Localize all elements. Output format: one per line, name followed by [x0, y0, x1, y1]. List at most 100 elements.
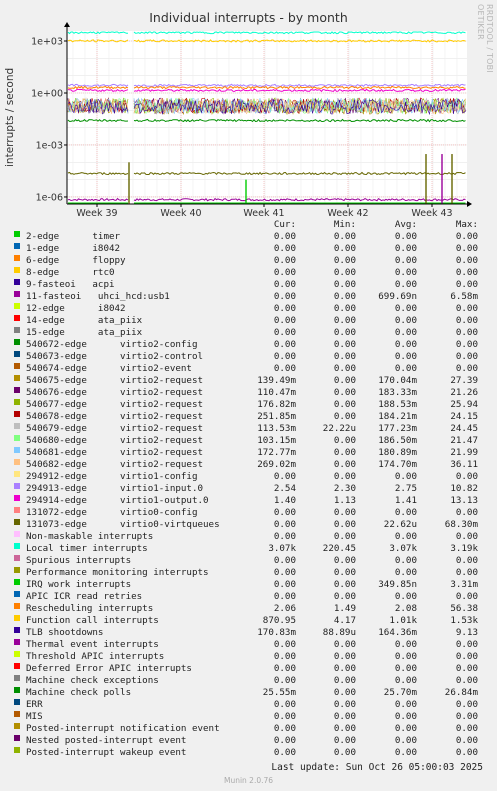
y-tick-label: 1e+03 [31, 37, 63, 48]
legend-min: 0.00 [333, 699, 356, 710]
legend-max: 0.00 [455, 747, 478, 758]
legend-swatch [14, 411, 20, 417]
legend-row: 540682-edge virtio2-request 269.02m 0.00 17… [0, 459, 497, 471]
legend-max: 36.11 [450, 459, 478, 470]
plot-area [67, 31, 467, 204]
legend-avg: 0.00 [394, 639, 417, 650]
legend-min: 1.13 [333, 495, 356, 506]
legend-avg: 2.75 [394, 483, 417, 494]
legend-swatch [14, 747, 20, 753]
legend-avg: 349.85n [378, 579, 417, 590]
legend-swatch [14, 399, 20, 405]
legend-min: 0.00 [333, 231, 356, 242]
legend-max: 0.00 [455, 531, 478, 542]
legend-swatch [14, 387, 20, 393]
legend-cur: 0.00 [273, 291, 296, 302]
legend-max: 0.00 [455, 279, 478, 290]
legend-max: 0.00 [455, 363, 478, 374]
legend-row: 540680-edge virtio2-request 103.15m 0.00 18… [0, 435, 497, 447]
legend-cur: 1.40 [273, 495, 296, 506]
legend-label: 11-fasteoi uhci_hcd:usb1 [26, 291, 170, 302]
legend-min: 0.00 [333, 459, 356, 470]
legend-row: 6-edge floppy 0.00 0.00 0.00 0.00 [0, 255, 497, 267]
col-max: Max: [455, 219, 478, 230]
legend-cur: 0.00 [273, 591, 296, 602]
legend-max: 21.47 [450, 435, 478, 446]
legend-cur: 0.00 [273, 363, 296, 374]
legend-avg: 184.21m [378, 411, 417, 422]
legend-cur: 0.00 [273, 735, 296, 746]
legend-max: 0.00 [455, 471, 478, 482]
legend-max: 0.00 [455, 735, 478, 746]
legend-avg: 0.00 [394, 351, 417, 362]
legend-row: 540676-edge virtio2-request 110.47m 0.00 18… [0, 387, 497, 399]
legend-label: Deferred Error APIC interrupts [26, 663, 192, 674]
legend-min: 0.00 [333, 555, 356, 566]
legend-avg: 0.00 [394, 231, 417, 242]
legend-avg: 0.00 [394, 315, 417, 326]
legend-min: 4.17 [333, 615, 356, 626]
legend-row: IRQ work interrupts 0.00 0.00 349.85n 3.31m [0, 579, 497, 591]
legend-min: 0.00 [333, 747, 356, 758]
legend-row: 294913-edge virtio1-input.0 2.54 2.30 2.75 1… [0, 483, 497, 495]
legend-avg: 164.36m [378, 627, 417, 638]
legend-table: Cur: Min: Avg: Max: 2-edge timer 0.00 0.00… [0, 219, 497, 759]
legend-max: 21.26 [450, 387, 478, 398]
legend-label: Posted-interrupt wakeup event [26, 747, 187, 758]
legend-max: 24.45 [450, 423, 478, 434]
legend-swatch [14, 555, 20, 561]
legend-row: 540677-edge virtio2-request 176.82m 0.00 18… [0, 399, 497, 411]
legend-max: 3.19k [450, 543, 478, 554]
legend-swatch [14, 519, 20, 525]
legend-cur: 0.00 [273, 651, 296, 662]
x-tick-label: Week 43 [411, 208, 452, 219]
legend-swatch [14, 243, 20, 249]
legend-min: 0.00 [333, 735, 356, 746]
x-tick-label: Week 42 [327, 208, 368, 219]
legend-label: Spurious interrupts [26, 555, 132, 566]
legend-cur: 170.83m [257, 627, 296, 638]
legend-label: Posted-interrupt notification event [26, 723, 220, 734]
legend-swatch [14, 663, 20, 669]
legend-label: Function call interrupts [26, 615, 159, 626]
legend-avg: 0.00 [394, 699, 417, 710]
legend-row: 540674-edge virtio2-event 0.00 0.00 0.00 0.0… [0, 363, 497, 375]
legend-avg: 25.70m [383, 687, 417, 698]
legend-max: 0.00 [455, 699, 478, 710]
legend-row: 540679-edge virtio2-request 113.53m 22.22u… [0, 423, 497, 435]
legend-min: 0.00 [333, 387, 356, 398]
legend-swatch [14, 351, 20, 357]
legend-avg: 2.08 [394, 603, 417, 614]
legend-max: 0.00 [455, 723, 478, 734]
legend-max: 0.00 [455, 231, 478, 242]
legend-label: 294913-edge virtio1-input.0 [26, 483, 204, 494]
legend-max: 0.00 [455, 267, 478, 278]
legend-row: Posted-interrupt notification event 0.00 0… [0, 723, 497, 735]
legend-cur: 0.00 [273, 303, 296, 314]
legend-label: 9-fasteoi acpi [26, 279, 115, 290]
legend-label: Machine check polls [26, 687, 132, 698]
legend-cur: 0.00 [273, 579, 296, 590]
legend-label: 540672-edge virtio2-config [26, 339, 198, 350]
legend-avg: 699.69n [378, 291, 417, 302]
legend-min: 0.00 [333, 711, 356, 722]
legend-avg: 0.00 [394, 255, 417, 266]
legend-min: 0.00 [333, 471, 356, 482]
col-cur: Cur: [273, 219, 296, 230]
legend-label: 540680-edge virtio2-request [26, 435, 204, 446]
x-axis-arrow [467, 201, 472, 207]
legend-max: 0.00 [455, 327, 478, 338]
y-tick-label: 1e-03 [36, 140, 63, 151]
legend-label: Threshold APIC interrupts [26, 651, 165, 662]
legend-min: 0.00 [333, 663, 356, 674]
legend-label: APIC ICR read retries [26, 591, 143, 602]
legend-max: 27.39 [450, 375, 478, 386]
legend-label: Performance monitoring interrupts [26, 567, 209, 578]
legend-max: 0.00 [455, 675, 478, 686]
legend-cur: 2.06 [273, 603, 296, 614]
legend-label: Thermal event interrupts [26, 639, 159, 650]
legend-row: Threshold APIC interrupts 0.00 0.00 0.00 0.0… [0, 651, 497, 663]
legend-swatch [14, 615, 20, 621]
legend-min: 0.00 [333, 435, 356, 446]
legend-label: Local timer interrupts [26, 543, 148, 554]
